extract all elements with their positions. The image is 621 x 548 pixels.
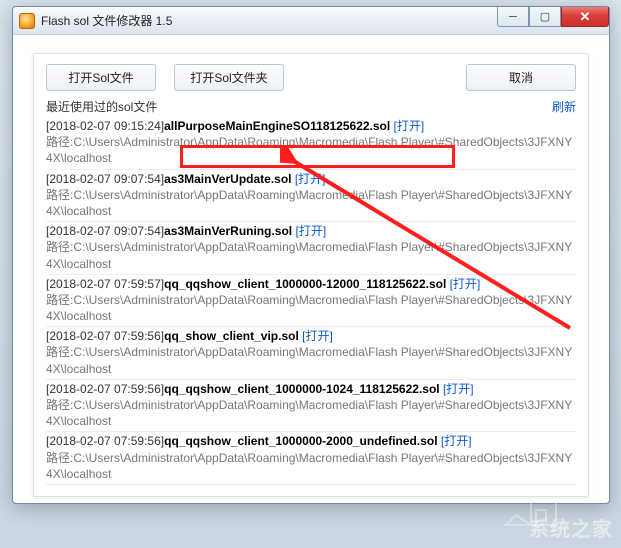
recent-file-list: [2018-02-07 09:15:24]allPurposeMainEngin… [46,117,576,488]
entry-open-link[interactable]: [打开] [295,224,326,238]
titlebar[interactable]: Flash sol 文件修改器 1.5 ─ ▢ ✕ [13,7,609,35]
window-controls: ─ ▢ ✕ [497,7,609,27]
entry-open-link[interactable]: [打开] [450,277,481,291]
entry-path: 路径:C:\Users\Administrator\AppData\Roamin… [46,397,576,429]
entry-filename: qq_show_client_vip.sol [164,329,302,343]
entry-open-link[interactable]: [打开] [295,172,326,186]
refresh-link[interactable]: 刷新 [552,98,576,115]
watermark-text: 系统之家 [529,513,613,542]
entry-timestamp: [2018-02-07 09:07:54] [46,172,164,186]
maximize-button[interactable]: ▢ [529,7,561,27]
entry-path: 路径:C:\Users\Administrator\AppData\Roamin… [46,187,576,219]
recent-label: 最近使用过的sol文件 [46,98,157,115]
entry-filename: qq_qqshow_client_1000000-12000_118125622… [164,277,450,291]
entry-path: 路径:C:\Users\Administrator\AppData\Roamin… [46,239,576,271]
cancel-button[interactable]: 取消 [466,64,576,91]
entry-path: 路径:C:\Users\Administrator\AppData\Roamin… [46,450,576,482]
minimize-button[interactable]: ─ [497,7,529,27]
entry-open-link[interactable]: [打开] [394,119,425,133]
entry-timestamp: [2018-02-07 07:59:56] [46,382,164,396]
entry-filename: as3MainVerRuning.sol [164,224,295,238]
open-sol-folder-button[interactable]: 打开Sol文件夹 [174,64,284,91]
entry-open-link[interactable]: [打开] [443,382,474,396]
entry-filename: qq_qqshow_client_1000000-2000_undefined.… [164,434,441,448]
file-entry: [2018-02-07 09:07:54]as3MainVerUpdate.so… [46,170,576,223]
entry-open-link[interactable]: [打开] [302,329,333,343]
file-entry: [2018-02-07 07:59:57]qq_qqshow_client_10… [46,275,576,328]
window-title: Flash sol 文件修改器 1.5 [41,12,172,29]
file-entry: [2018-02-07 09:07:54]as3MainVerRuning.so… [46,222,576,275]
file-entry: [2018-02-07 07:59:56]qq_qqshow_client_10… [46,380,576,433]
open-sol-file-button[interactable]: 打开Sol文件 [46,64,156,91]
file-entry: [2018-02-07 07:59:56]qq_qqshow_client_10… [46,432,576,485]
entry-timestamp: [2018-02-07 07:59:57] [46,277,164,291]
recent-header: 最近使用过的sol文件 刷新 [46,98,576,115]
toolbar: 打开Sol文件 打开Sol文件夹 取消 [46,64,576,91]
entry-timestamp: [2018-02-07 07:59:56] [46,434,164,448]
entry-path: 路径:C:\Users\Administrator\AppData\Roamin… [46,292,576,324]
entry-timestamp: [2018-02-07 07:59:56] [46,329,164,343]
entry-filename: as3MainVerUpdate.sol [164,172,295,186]
entry-open-link[interactable]: [打开] [441,434,472,448]
entry-timestamp: [2018-02-07 09:07:54] [46,224,164,238]
file-entry: [2018-02-07 07:59:56]qq_show_client_vip.… [46,327,576,380]
inner-panel: 打开Sol文件 打开Sol文件夹 取消 最近使用过的sol文件 刷新 [2018… [33,53,589,497]
file-entry: [2018-02-07 09:15:24]allPurposeMainEngin… [46,117,576,170]
close-button[interactable]: ✕ [561,7,609,27]
entry-filename: qq_qqshow_client_1000000-1024_118125622.… [164,382,443,396]
entry-path: 路径:C:\Users\Administrator\AppData\Roamin… [46,344,576,376]
entry-timestamp: [2018-02-07 09:15:24] [46,119,164,133]
entry-path: 路径:C:\Users\Administrator\AppData\Roamin… [46,134,576,166]
app-window: Flash sol 文件修改器 1.5 ─ ▢ ✕ 打开Sol文件 打开Sol文… [12,6,610,504]
app-icon [19,13,35,29]
entry-filename: allPurposeMainEngineSO118125622.sol [164,119,393,133]
